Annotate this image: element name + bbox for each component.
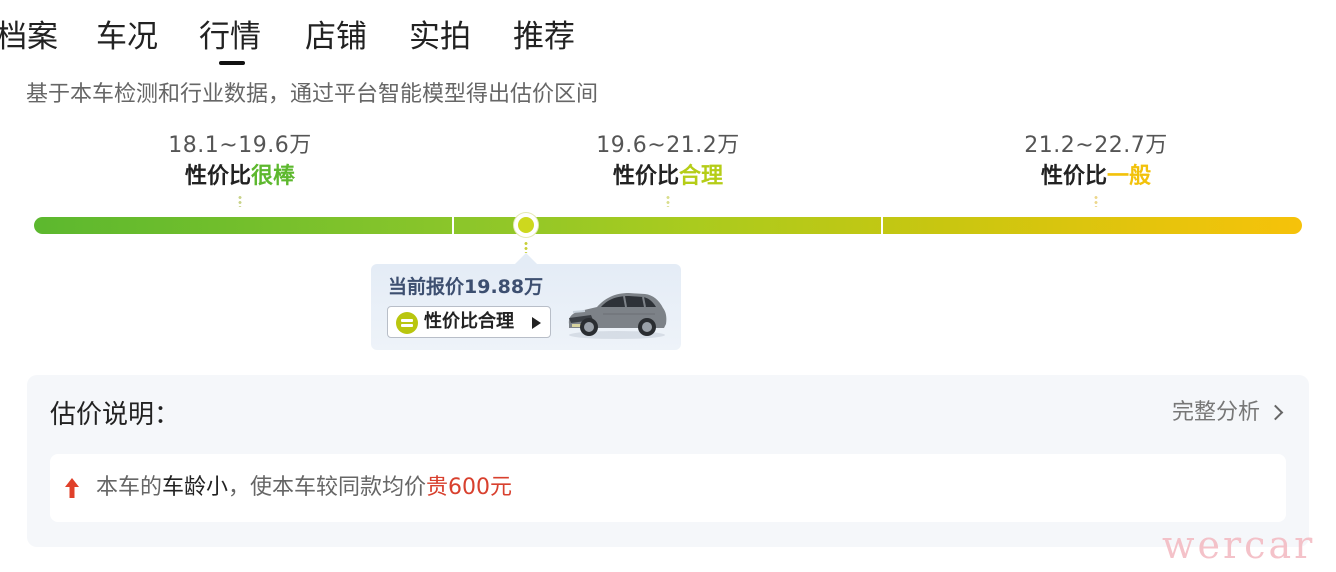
segment-label-value: 一般 [1107, 164, 1152, 189]
segment-label: 性价比合理 [518, 162, 818, 192]
segment-label-value: 很棒 [251, 164, 296, 189]
price-segment-average: 21.2~22.7万 性价比一般 [946, 130, 1246, 207]
price-segment-great: 18.1~19.6万 性价比很棒 [90, 130, 390, 207]
reason-value: 贵600元 [426, 475, 513, 500]
price-trend-view: 档案 车况 行情 店铺 实拍 推荐 基于本车检测和行业数据，通过平台智能模型得出… [0, 0, 1336, 572]
tab-hangqing[interactable]: 行情 [199, 14, 261, 65]
tab-label: 实拍 [409, 19, 471, 55]
tab-label: 行情 [199, 19, 261, 55]
card-pointer [515, 253, 537, 264]
active-tab-indicator [219, 61, 245, 65]
price-range-bar [34, 217, 1302, 234]
estimate-explanation-panel: 估价说明： 完整分析 本车的车龄小，使本车较同款均价贵600元 [27, 375, 1309, 547]
segment-connector [666, 195, 670, 207]
tab-dianpu[interactable]: 店铺 [305, 14, 367, 60]
current-price-card[interactable]: 当前报价19.88万 性价比合理 [371, 264, 681, 350]
value-rating-badge[interactable]: 性价比合理 [387, 306, 551, 338]
tab-label: 推荐 [513, 19, 575, 55]
current-price-marker [514, 213, 538, 237]
estimate-description: 基于本车检测和行业数据，通过平台智能模型得出估价区间 [26, 82, 599, 107]
segment-label-prefix: 性价比 [184, 164, 251, 189]
car-photo [568, 293, 667, 339]
tab-dangan[interactable]: 档案 [0, 14, 58, 60]
current-price-text: 当前报价19.88万 [388, 276, 544, 298]
segment-label: 性价比一般 [946, 162, 1246, 192]
segment-range: 21.2~22.7万 [1024, 133, 1168, 158]
reason-item: 本车的车龄小，使本车较同款均价贵600元 [50, 454, 1286, 522]
segment-connector [238, 195, 242, 207]
segment-label-prefix: 性价比 [1040, 164, 1107, 189]
equal-circle-icon [396, 312, 418, 334]
reason-text: 本车的车龄小，使本车较同款均价贵600元 [96, 471, 512, 505]
tab-label: 车况 [96, 19, 158, 55]
reason-prefix: 本车的 [96, 475, 163, 500]
tab-shipai[interactable]: 实拍 [409, 14, 471, 60]
segment-range: 19.6~21.2万 [596, 133, 740, 158]
arrow-up-icon [65, 478, 79, 498]
bar-divider [452, 217, 454, 234]
marker-connector [524, 241, 528, 253]
segment-range: 18.1~19.6万 [168, 133, 312, 158]
tab-tuijian[interactable]: 推荐 [513, 14, 575, 60]
full-analysis-link[interactable]: 完整分析 [1171, 397, 1284, 429]
tab-label: 档案 [0, 19, 58, 55]
bar-divider [881, 217, 883, 234]
segment-label-value: 合理 [679, 164, 724, 189]
segment-label: 性价比很棒 [90, 162, 390, 192]
explanation-title: 估价说明： [50, 400, 181, 430]
full-analysis-label: 完整分析 [1171, 400, 1260, 425]
price-segment-fair: 19.6~21.2万 性价比合理 [518, 130, 818, 207]
reason-middle: ，使本车较同款均价 [228, 475, 427, 500]
reason-highlight: 车龄小 [162, 475, 229, 500]
segment-connector [1094, 195, 1098, 207]
chevron-right-icon [1267, 404, 1284, 421]
tab-label: 店铺 [305, 19, 367, 55]
watermark: wercar [1162, 523, 1316, 567]
segment-label-prefix: 性价比 [612, 164, 679, 189]
play-arrow-icon [532, 317, 541, 329]
tab-chekuang[interactable]: 车况 [96, 14, 158, 60]
value-rating-label: 性价比合理 [424, 311, 514, 332]
